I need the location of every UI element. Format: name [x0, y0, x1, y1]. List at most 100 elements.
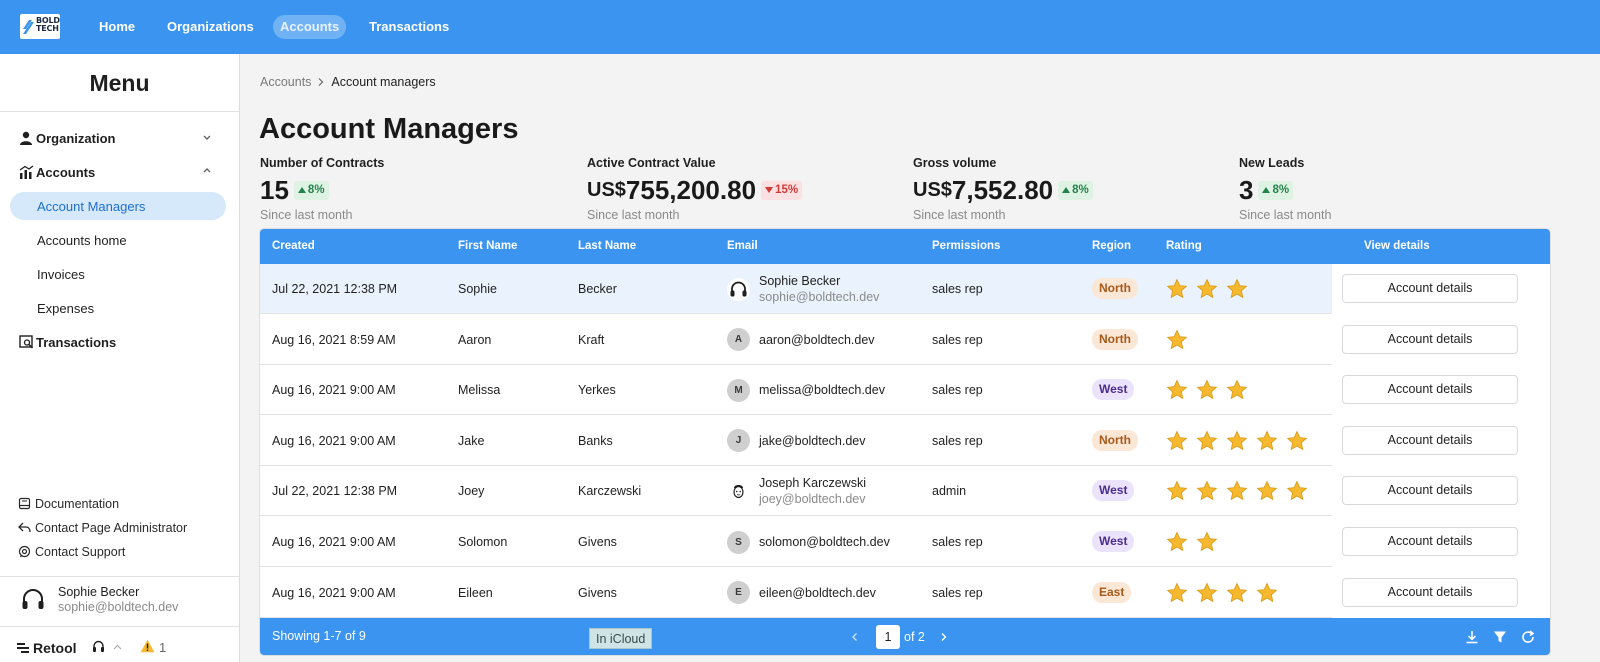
nav-home[interactable]: Home	[92, 15, 142, 39]
cell-view-details: Account details	[1332, 365, 1550, 416]
column-header-created[interactable]: Created	[272, 229, 315, 264]
sidebar-item-expenses[interactable]: Expenses	[10, 294, 226, 322]
page-title: Account Managers	[259, 113, 519, 145]
sidebar-item-account-managers[interactable]: Account Managers	[10, 192, 226, 220]
nav-accounts[interactable]: Accounts	[273, 15, 347, 39]
column-header-email[interactable]: Email	[727, 229, 758, 264]
avatar: A	[727, 328, 750, 352]
cell-permissions: sales rep	[932, 282, 983, 296]
logo-stripes-icon	[23, 20, 34, 34]
chevron-up-icon[interactable]	[113, 643, 122, 651]
email-display-name: Sophie Becker	[759, 274, 841, 288]
cell-created: Aug 16, 2021 9:00 AM	[272, 383, 396, 398]
warning-icon[interactable]	[140, 639, 155, 653]
sidebar-item-organization[interactable]: Organization	[10, 124, 226, 152]
contact-support-link[interactable]: Contact Support	[18, 543, 125, 561]
nav-transactions[interactable]: Transactions	[362, 15, 456, 39]
nav-organizations[interactable]: Organizations	[160, 15, 261, 39]
cell-permissions: sales rep	[932, 585, 983, 600]
next-page-button[interactable]	[937, 630, 951, 644]
sidebar-item-accounts-home[interactable]: Accounts home	[10, 226, 226, 254]
star-icon	[1196, 430, 1218, 451]
stat-contracts: Number of Contracts 15 8% Since last mon…	[260, 156, 560, 222]
account-details-button[interactable]: Account details	[1342, 577, 1518, 607]
table-row[interactable]: Aug 16, 2021 9:00 AM Eileen Givens Eeileen@…	[260, 567, 1550, 618]
star-icon	[1286, 430, 1308, 451]
table-row[interactable]: Aug 16, 2021 9:00 AM Melissa Yerkes Mmeliss…	[260, 365, 1550, 416]
sidebar-item-accounts[interactable]: Accounts	[10, 158, 226, 186]
cell-view-details: Account details	[1332, 415, 1550, 466]
stat-label: Active Contract Value	[587, 156, 716, 170]
avatar: M	[727, 378, 750, 402]
rating-stars	[1166, 480, 1316, 502]
account-details-button[interactable]: Account details	[1342, 425, 1518, 455]
column-header-rating[interactable]: Rating	[1166, 229, 1202, 264]
account-managers-table: Created First Name Last Name Email Permi…	[260, 229, 1550, 655]
user-name: Sophie Becker	[58, 585, 140, 599]
documentation-link[interactable]: Documentation	[18, 495, 119, 513]
logo-text: BOLD TECH	[36, 17, 60, 33]
arrow-down-icon	[765, 187, 774, 193]
account-details-button[interactable]: Account details	[1342, 476, 1518, 506]
sidebar-item-transactions[interactable]: Transactions	[10, 328, 226, 356]
avatar: J	[727, 429, 750, 453]
documentation-label: Documentation	[35, 497, 120, 511]
logo-text-bottom: TECH	[36, 24, 59, 33]
sidebar-item-invoices[interactable]: Invoices	[10, 260, 226, 288]
prev-page-button[interactable]	[848, 630, 862, 644]
chart-icon	[18, 164, 34, 180]
column-header-first-name[interactable]: First Name	[458, 229, 517, 264]
email-address: jake@boldtech.dev	[759, 433, 866, 448]
chevron-down-icon[interactable]	[200, 130, 214, 144]
current-user[interactable]: Sophie Becker sophie@boldtech.dev	[0, 576, 239, 626]
warning-count: 1	[159, 640, 167, 655]
table-row[interactable]: Aug 16, 2021 9:00 AM Solomon Givens Ssolomo…	[260, 517, 1550, 567]
star-icon	[1196, 480, 1218, 501]
stat-new-leads: New Leads 3 8% Since last month	[1239, 156, 1539, 222]
cell-email: Aaaron@boldtech.dev	[727, 315, 875, 365]
column-header-permissions[interactable]: Permissions	[932, 229, 1000, 264]
account-details-button[interactable]: Account details	[1342, 375, 1518, 405]
account-details-button[interactable]: Account details	[1342, 324, 1518, 354]
column-header-last-name[interactable]: Last Name	[578, 229, 636, 264]
table-row[interactable]: Aug 16, 2021 9:00 AM Jake Banks Jjake@boldt…	[260, 415, 1550, 466]
cell-created: Aug 16, 2021 9:00 AM	[272, 535, 396, 549]
table-footer: Showing 1-7 of 9 In iCloud 1 of 2	[260, 618, 1550, 655]
table-row[interactable]: Jul 22, 2021 12:38 PM Sophie Becker Sophie …	[260, 264, 1550, 314]
retool-label[interactable]: Retool	[33, 640, 77, 656]
cell-view-details: Account details	[1332, 466, 1550, 517]
stat-change-badge: 8%	[1258, 180, 1294, 200]
sidebar-item-label: Organization	[36, 130, 116, 146]
face-avatar-icon	[727, 479, 750, 503]
download-icon[interactable]	[1464, 629, 1480, 645]
cell-created: Aug 16, 2021 8:59 AM	[272, 332, 396, 347]
breadcrumb-root[interactable]: Accounts	[260, 75, 311, 89]
email-address: joey@boldtech.dev	[759, 492, 866, 507]
contact-admin-link[interactable]: Contact Page Administrator	[18, 519, 187, 537]
refresh-icon[interactable]	[1520, 629, 1536, 645]
cell-view-details: Account details	[1332, 264, 1550, 314]
cell-first-name: Melissa	[458, 383, 501, 398]
table-row[interactable]: Aug 16, 2021 8:59 AM Aaron Kraft Aaaron@bol…	[260, 314, 1550, 365]
star-icon	[1166, 329, 1188, 349]
chevron-up-icon[interactable]	[200, 164, 214, 178]
star-icon	[1256, 480, 1278, 501]
headphones-icon[interactable]	[92, 640, 105, 653]
filter-icon[interactable]	[1492, 629, 1508, 645]
cell-view-details: Account details	[1332, 567, 1550, 618]
stat-active-contract-value: Active Contract Value US$ 755,200.80 15%…	[587, 156, 887, 222]
cell-first-name: Sophie	[458, 282, 497, 296]
boldtech-logo[interactable]: BOLD TECH	[20, 14, 60, 39]
page-input[interactable]: 1	[876, 625, 900, 649]
book-icon	[18, 497, 32, 511]
column-header-region[interactable]: Region	[1092, 229, 1131, 264]
account-details-button[interactable]: Account details	[1342, 274, 1518, 303]
account-details-button[interactable]: Account details	[1342, 527, 1518, 556]
star-icon	[1226, 480, 1248, 501]
email-address: sophie@boldtech.dev	[759, 290, 880, 304]
cell-view-details: Account details	[1332, 314, 1550, 365]
column-header-view-details[interactable]: View details	[1364, 229, 1430, 264]
stat-value: 3	[1239, 174, 1254, 205]
table-row[interactable]: Jul 22, 2021 12:38 PM Joey Karczewski Josep…	[260, 466, 1550, 517]
avatar: E	[727, 581, 750, 605]
